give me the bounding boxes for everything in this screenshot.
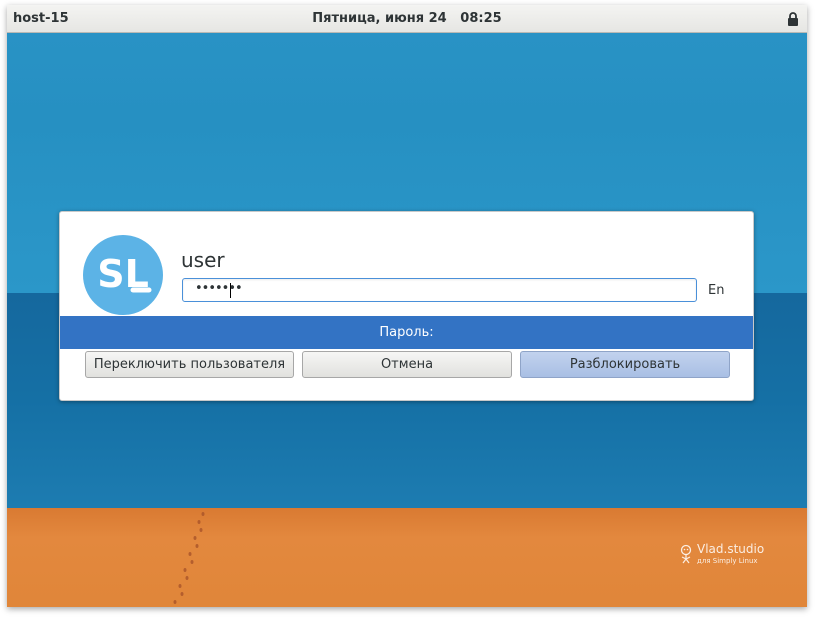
footprints-decoration: [173, 512, 205, 604]
password-value: •••••••: [195, 281, 243, 296]
watermark-title: Vlad.studio: [697, 542, 765, 556]
lock-screen: host-15 Пятница, июня 24 08:25 SL user •…: [7, 5, 807, 607]
password-prompt-label: Пароль:: [60, 316, 753, 349]
unlock-dialog: SL user ••••••• En Пароль: Переключить п…: [59, 211, 754, 401]
password-field[interactable]: •••••••: [182, 278, 697, 302]
simply-linux-logo-icon: SL: [97, 252, 152, 296]
lock-icon[interactable]: [787, 12, 799, 26]
switch-user-button[interactable]: Переключить пользователя: [85, 351, 294, 378]
text-caret: [230, 283, 231, 298]
username-label: user: [181, 248, 225, 272]
top-bar: host-15 Пятница, июня 24 08:25: [7, 5, 807, 33]
keyboard-layout-indicator[interactable]: En: [708, 283, 724, 298]
vlad-studio-logo-icon: [680, 544, 692, 564]
clock-label[interactable]: Пятница, июня 24 08:25: [7, 11, 807, 26]
cancel-button[interactable]: Отмена: [302, 351, 512, 378]
avatar: SL: [83, 235, 163, 315]
watermark-subtitle: для Simply Linux: [697, 557, 758, 565]
unlock-button[interactable]: Разблокировать: [520, 351, 730, 378]
